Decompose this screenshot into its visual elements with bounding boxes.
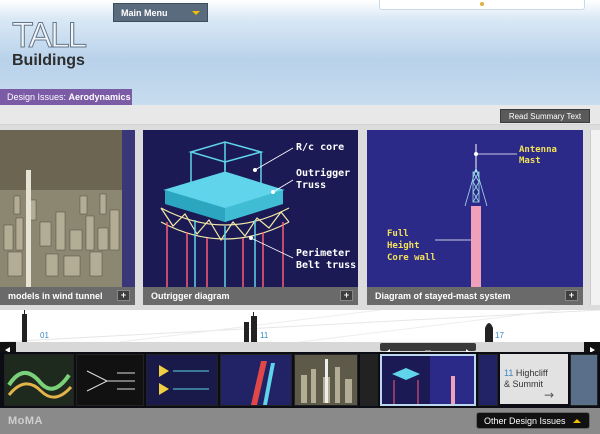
panel-caption: Diagram of stayed-mast system + [367,287,583,305]
filmstrip-thumb[interactable] [4,354,74,406]
wind-tunnel-photo [0,130,135,287]
panel-caption: models in wind tunnel + [0,287,135,305]
label-antenna: Antenna [519,145,557,155]
timeline-tick-11[interactable]: 11 [260,331,268,340]
arrow-right-icon: → [544,388,555,402]
breadcrumb: Design Issues: Aerodynamics [0,89,132,105]
filmstrip-thumb[interactable] [294,354,358,406]
header: TALL Buildings Main Menu Design Issues: … [0,0,600,105]
carousel-scroll-edge[interactable] [590,130,600,305]
scroll-right-button[interactable] [584,342,600,353]
tower-silhouette-icon [22,310,27,342]
chevron-up-icon [573,419,581,423]
chevron-down-icon [192,11,200,15]
panel-caption-text: Outrigger diagram [151,291,230,301]
label-perimeter: Perimeter [296,247,350,259]
panel-stayed-mast[interactable]: Antenna Mast Full Height Core wall Diagr… [367,130,583,305]
panel-wind-tunnel[interactable]: models in wind tunnel + [0,130,135,305]
read-summary-button[interactable]: Read Summary Text [500,109,590,123]
filmstrip-thumb[interactable] [220,354,292,406]
moma-logo[interactable]: MoMA [8,415,43,427]
breadcrumb-topic: Aerodynamics [68,92,131,102]
label-outrigger: Outrigger [296,167,350,179]
filmstrip-thumb[interactable] [360,354,378,406]
panel-caption-text: models in wind tunnel [8,291,103,301]
timeline-guides [0,310,600,342]
logo-tall-text: TALL [11,16,87,55]
other-design-issues-label: Other Design Issues [484,416,566,426]
label-truss: Truss [296,180,326,191]
thumb-image [251,361,275,405]
thumb-image [301,359,352,403]
bullet-tower-icon [485,323,493,342]
stayed-mast-diagram: Antenna Mast Full Height Core wall [367,130,583,287]
filmstrip-thumb[interactable] [146,354,218,406]
other-design-issues-button[interactable]: Other Design Issues [476,412,590,429]
next-issue-title-1: Highcliff [515,368,548,378]
tall-buildings-logo[interactable]: TALL Buildings [11,16,87,69]
thumb-image [392,356,474,404]
filmstrip-thumb[interactable] [478,354,498,406]
timeline-tick-17[interactable]: 17 [495,331,504,340]
main-menu-label: Main Menu [121,8,168,18]
label-mast: Mast [519,156,541,166]
panel-caption-text: Diagram of stayed-mast system [375,291,511,301]
label-full: Full [387,229,409,239]
plus-icon[interactable]: + [565,290,578,301]
label-belt-truss: Belt truss [296,260,356,271]
filmstrip-thumb[interactable] [76,354,144,406]
top-dropdown-tab[interactable] [379,0,585,10]
plus-icon[interactable]: + [117,290,130,301]
timeline-tick-01[interactable]: 01 [40,331,49,340]
scroll-left-button[interactable] [0,342,16,353]
filmstrip-thumb[interactable] [570,354,598,406]
twin-tower-icon [244,312,257,342]
panel-caption: Outrigger diagram + [143,287,358,305]
label-height: Height [387,240,420,251]
timeline-scrollbar[interactable] [0,342,600,352]
next-issue-number: 11 [504,368,514,378]
plus-icon[interactable]: + [340,290,353,301]
thumb-image [7,371,73,399]
thumb-image [86,370,135,392]
filmstrip-thumb-selected[interactable] [380,354,476,406]
thumb-image [159,365,209,395]
outrigger-diagram: R/c core Outrigger Truss Perimeter Belt … [143,130,358,287]
image-carousel: models in wind tunnel + R/c core Outrigg… [0,125,600,310]
logo-buildings-text: Buildings [12,52,85,69]
dot-icon [480,2,484,6]
timeline[interactable]: 01 11 17 [0,310,600,342]
next-issue-card[interactable]: 11 Highcliff & Summit → [500,354,568,404]
label-rc-core: R/c core [296,142,344,153]
label-core-wall: Core wall [387,253,436,263]
main-menu-button[interactable]: Main Menu [113,3,208,22]
panel-outrigger-diagram[interactable]: R/c core Outrigger Truss Perimeter Belt … [143,130,358,305]
breadcrumb-prefix: Design Issues: [7,92,67,102]
scroll-handle[interactable] [380,343,476,355]
next-issue-title-2: & Summit [504,379,544,389]
